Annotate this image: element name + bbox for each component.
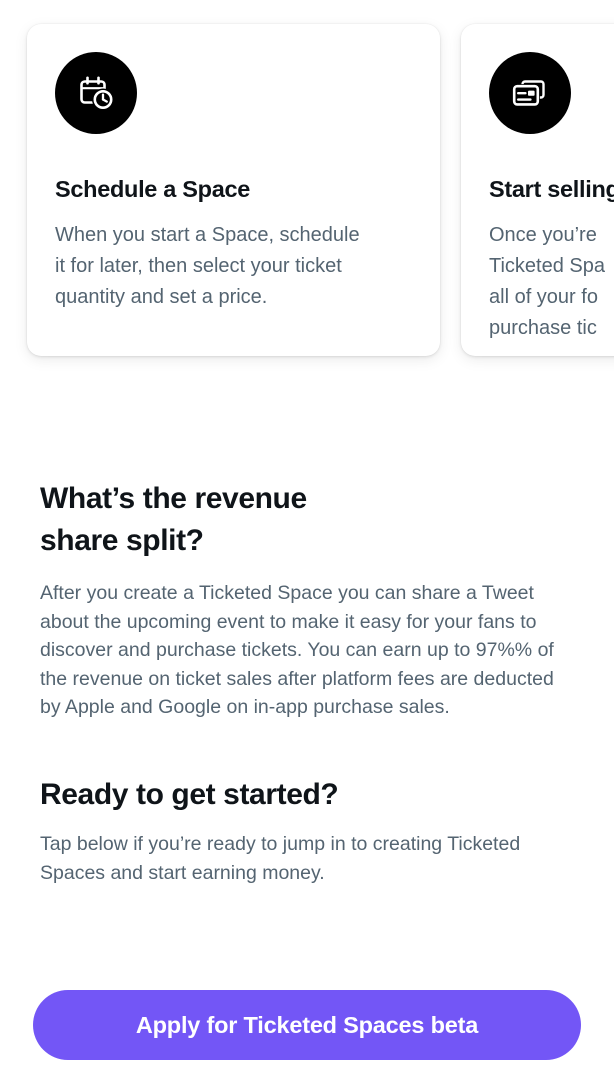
section-paragraph: After you create a Ticketed Space you ca… bbox=[40, 582, 554, 719]
section-revenue-share-split: What’s the revenue share split? After yo… bbox=[40, 478, 574, 722]
feature-card-description: When you start a Space, schedule it for … bbox=[55, 224, 360, 308]
feature-card-description: Once you’re Ticketed Spa all of your fo … bbox=[489, 224, 605, 339]
section-heading: What’s the revenue share split? bbox=[40, 482, 307, 557]
ticketed-spaces-info-page: Schedule a Space When you start a Space,… bbox=[0, 0, 614, 1080]
apply-for-ticketed-spaces-beta-button[interactable]: Apply for Ticketed Spaces beta bbox=[33, 990, 581, 1060]
cta-container: Apply for Ticketed Spaces beta bbox=[33, 990, 581, 1060]
section-paragraph: Tap below if you’re ready to jump in to … bbox=[40, 832, 521, 884]
feature-card-start-selling[interactable]: Start selling Once you’re Ticketed Spa a… bbox=[461, 24, 614, 356]
feature-card-title: Start selling bbox=[489, 176, 614, 202]
feature-card-title: Schedule a Space bbox=[55, 176, 251, 202]
feature-card-carousel[interactable]: Schedule a Space When you start a Space,… bbox=[27, 24, 614, 356]
feature-card-schedule-a-space[interactable]: Schedule a Space When you start a Space,… bbox=[27, 24, 440, 356]
section-heading: Ready to get started? bbox=[40, 777, 339, 811]
ticket-cards-icon bbox=[489, 52, 571, 134]
calendar-clock-icon bbox=[55, 52, 137, 134]
section-ready-to-get-started: Ready to get started? Tap below if you’r… bbox=[40, 774, 574, 887]
main-content: What’s the revenue share split? After yo… bbox=[40, 478, 574, 887]
